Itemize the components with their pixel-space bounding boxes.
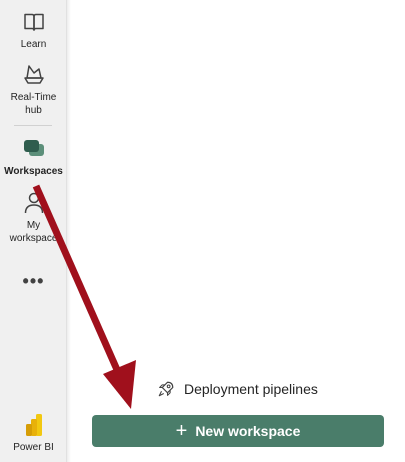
nav-item-learn[interactable]: Learn bbox=[0, 10, 67, 51]
deployment-pipelines-label: Deployment pipelines bbox=[184, 381, 318, 397]
nav-label-my-workspace-line2: workspace bbox=[9, 233, 58, 244]
nav-label-workspaces: Workspaces bbox=[4, 166, 63, 177]
more-icon[interactable]: ••• bbox=[0, 272, 67, 290]
nav-item-realtime-hub[interactable]: Real-Time hub bbox=[0, 63, 67, 117]
nav-item-my-workspace[interactable]: My workspace bbox=[0, 191, 67, 245]
person-icon bbox=[24, 192, 43, 214]
nav-label-realtime-line2: hub bbox=[25, 105, 42, 116]
nav-label-learn: Learn bbox=[20, 39, 47, 50]
plus-icon: + bbox=[175, 420, 188, 442]
new-workspace-button[interactable]: + New workspace bbox=[92, 415, 384, 447]
deployment-pipelines-link[interactable]: Deployment pipelines bbox=[157, 380, 318, 398]
powerbi-logo-icon bbox=[25, 414, 42, 436]
rail-shadow bbox=[67, 0, 71, 462]
left-nav-rail: Learn Real-Time hub Workspaces My worksp… bbox=[0, 0, 67, 462]
nav-label-powerbi: Power BI bbox=[13, 442, 54, 453]
workspaces-icon bbox=[23, 140, 44, 156]
nav-item-powerbi[interactable]: Power BI bbox=[0, 413, 67, 454]
new-workspace-label: New workspace bbox=[195, 423, 301, 439]
nav-item-workspaces[interactable]: Workspaces bbox=[0, 137, 67, 178]
nav-label-my-workspace-line1: My bbox=[26, 220, 41, 231]
book-icon bbox=[23, 13, 44, 31]
nav-divider bbox=[14, 125, 52, 126]
rocket-icon bbox=[158, 381, 174, 397]
realtime-hub-icon bbox=[23, 65, 44, 84]
nav-label-realtime-line1: Real-Time bbox=[10, 92, 57, 103]
screen-root: Learn Real-Time hub Workspaces My worksp… bbox=[0, 0, 405, 462]
